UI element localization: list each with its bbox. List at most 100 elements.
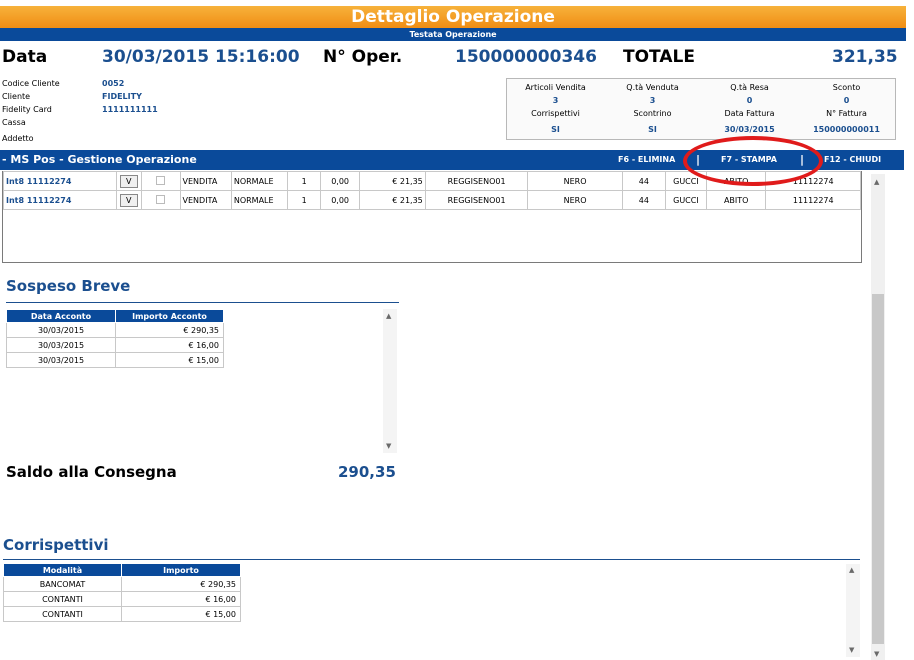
- close-button[interactable]: F12 - CHIUDI: [824, 150, 881, 170]
- line-detail-cell: V: [115, 190, 142, 210]
- scroll-up-icon[interactable]: ▲: [849, 566, 854, 574]
- col-modalita: Modalità: [3, 563, 122, 577]
- cliente-label: Cliente: [2, 92, 31, 101]
- line-detail-button[interactable]: V: [119, 193, 138, 207]
- stat-corrispettivi-label: Corrispettivi: [531, 109, 580, 118]
- saldo-label: Saldo alla Consegna: [6, 463, 177, 481]
- cassa-label: Cassa: [2, 118, 26, 127]
- line-detail-cell: V: [115, 171, 142, 191]
- col-data-acconto: Data Acconto: [6, 309, 116, 323]
- importo-acconto-cell: € 16,00: [115, 337, 224, 353]
- data-label: Data: [2, 47, 48, 67]
- stat-articoli-label: Articoli Vendita: [525, 83, 586, 92]
- sospeso-breve-table-wrap: Data Acconto Importo Acconto 30/03/2015 €…: [6, 309, 224, 368]
- line-prezzo-cell: € 21,35: [359, 190, 426, 210]
- delete-button[interactable]: F6 - ELIMINA: [618, 150, 675, 170]
- fidelity-card-value: 1111111111: [102, 105, 158, 114]
- section-divider: [3, 559, 860, 560]
- sospeso-breve-title: Sospeso Breve: [6, 277, 131, 295]
- scroll-up-icon[interactable]: ▲: [874, 178, 879, 186]
- stat-scontrino-label: Scontrino: [633, 109, 672, 118]
- corrispettivi-scrollbar[interactable]: [846, 564, 860, 657]
- stat-data-fattura-label: Data Fattura: [724, 109, 775, 118]
- toolbar-title: - MS Pos - Gestione Operazione: [2, 153, 197, 166]
- table-row[interactable]: BANCOMAT € 290,35: [3, 576, 241, 592]
- corrispettivi-table: Modalità Importo BANCOMAT € 290,35 CONTANT…: [3, 563, 241, 622]
- line-code-cell: Int8 11112274: [3, 171, 117, 191]
- stat-qta-venduta-label: Q.tà Venduta: [626, 83, 679, 92]
- line-taglia-cell: 44: [621, 190, 666, 210]
- operation-stats-box: Articoli Vendita Q.tà Venduta Q.tà Resa …: [506, 78, 896, 140]
- oper-value: 150000000346: [455, 47, 597, 67]
- line-select-checkbox[interactable]: [156, 175, 166, 185]
- data-acconto-cell: 30/03/2015: [6, 337, 116, 353]
- line-code-cell: Int8 11112274: [3, 190, 117, 210]
- fidelity-card-label: Fidelity Card: [2, 105, 52, 114]
- addetto-label: Addetto: [2, 134, 34, 143]
- stat-sconto-value: 0: [843, 96, 850, 105]
- line-sconto-cell: 0,00: [320, 171, 361, 191]
- importo-cell: € 16,00: [121, 591, 241, 607]
- line-prezzo-cell: € 21,35: [359, 171, 426, 191]
- window-subtitle: Testata Operazione: [0, 28, 906, 41]
- saldo-value: 290,35: [338, 463, 396, 481]
- table-row[interactable]: CONTANTI € 15,00: [3, 606, 241, 622]
- line-articolo-cell: REGGISENO01: [424, 171, 529, 191]
- sospeso-breve-table: Data Acconto Importo Acconto 30/03/2015 €…: [6, 309, 224, 368]
- importo-acconto-cell: € 290,35: [115, 322, 224, 338]
- window-title: Dettaglio Operazione: [0, 6, 906, 28]
- importo-acconto-cell: € 15,00: [115, 352, 224, 368]
- line-qty-cell: 1: [287, 190, 322, 210]
- line-taglia-cell: 44: [621, 171, 666, 191]
- line-select-cell: [140, 171, 181, 191]
- table-row[interactable]: 30/03/2015 € 16,00: [6, 337, 224, 353]
- line-colore-cell: NERO: [527, 171, 623, 191]
- line-stato-cell: NORMALE: [230, 190, 289, 210]
- scroll-down-icon[interactable]: ▼: [386, 442, 391, 450]
- line-sconto-cell: 0,00: [320, 190, 361, 210]
- table-row[interactable]: 30/03/2015 € 15,00: [6, 352, 224, 368]
- codice-cliente-label: Codice Cliente: [2, 79, 60, 88]
- stat-qta-resa-value: 0: [746, 96, 753, 105]
- modalita-cell: BANCOMAT: [3, 576, 122, 592]
- table-row[interactable]: Int8 11112274 V VENDITA NORMALE 1 0,00 € 21,35…: [3, 190, 861, 210]
- sospeso-scrollbar[interactable]: [383, 309, 397, 453]
- page-scrollbar-thumb[interactable]: [872, 294, 884, 644]
- totale-value: 321,35: [832, 47, 898, 67]
- line-tipo-cell: VENDITA: [179, 190, 232, 210]
- line-barcode-cell: 11112274: [765, 190, 861, 210]
- codice-cliente-value: 0052: [102, 79, 125, 88]
- stat-n-fattura-value: 150000000011: [813, 125, 880, 134]
- col-importo-acconto: Importo Acconto: [115, 309, 224, 323]
- stat-sconto-label: Sconto: [832, 83, 861, 92]
- importo-cell: € 290,35: [121, 576, 241, 592]
- cliente-value: FIDELITY: [102, 92, 142, 101]
- scroll-up-icon[interactable]: ▲: [386, 312, 391, 320]
- stat-data-fattura-value: 30/03/2015: [724, 125, 775, 134]
- line-select-cell: [140, 190, 181, 210]
- line-articolo-cell: REGGISENO01: [424, 190, 529, 210]
- data-value: 30/03/2015 15:16:00: [102, 47, 300, 67]
- corrispettivi-table-wrap: Modalità Importo BANCOMAT € 290,35 CONTANT…: [3, 563, 241, 622]
- highlight-ellipse: [683, 136, 823, 186]
- col-importo: Importo: [121, 563, 241, 577]
- line-colore-cell: NERO: [527, 190, 623, 210]
- scroll-down-icon[interactable]: ▼: [849, 646, 854, 654]
- totale-label: TOTALE: [623, 47, 695, 67]
- line-stato-cell: NORMALE: [230, 171, 289, 191]
- modalita-cell: CONTANTI: [3, 606, 122, 622]
- table-row[interactable]: CONTANTI € 16,00: [3, 591, 241, 607]
- line-marca-cell: GUCCI: [664, 190, 707, 210]
- line-categoria-cell: ABITO: [705, 190, 767, 210]
- line-qty-cell: 1: [287, 171, 322, 191]
- importo-cell: € 15,00: [121, 606, 241, 622]
- section-divider: [6, 302, 399, 303]
- data-acconto-cell: 30/03/2015: [6, 352, 116, 368]
- stat-qta-venduta-value: 3: [649, 96, 656, 105]
- stat-articoli-value: 3: [552, 96, 559, 105]
- line-detail-button[interactable]: V: [119, 174, 138, 188]
- table-row[interactable]: 30/03/2015 € 290,35: [6, 322, 224, 338]
- line-select-checkbox[interactable]: [156, 194, 166, 204]
- line-tipo-cell: VENDITA: [179, 171, 232, 191]
- scroll-down-icon[interactable]: ▼: [874, 650, 879, 658]
